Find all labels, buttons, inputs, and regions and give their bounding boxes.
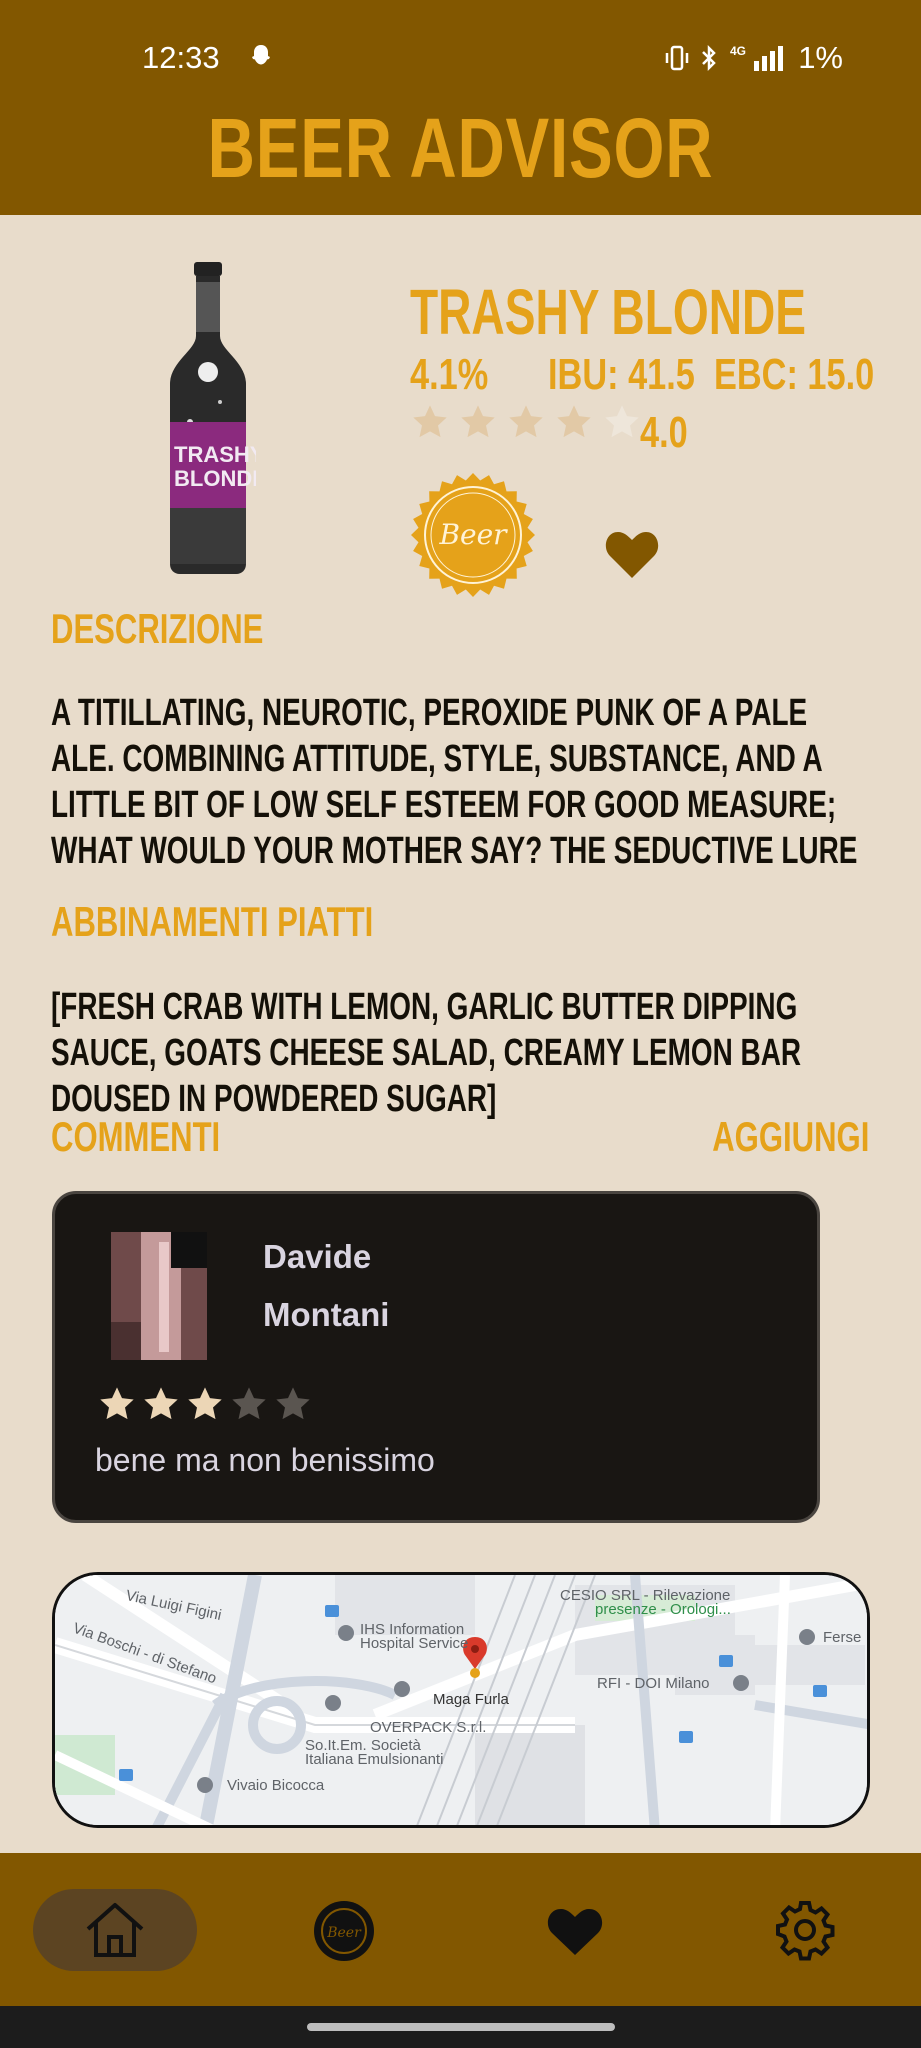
svg-text:BLONDE: BLONDE <box>174 466 256 491</box>
comment-card: Davide Montani bene ma non benissimo <box>52 1191 820 1523</box>
comment-rating-stars <box>97 1384 313 1424</box>
beer-name: TRASHY BLONDE <box>410 276 806 348</box>
description-text: A titillating, neurotic, peroxide punk o… <box>51 692 858 872</box>
comment-author-first-name: Davide <box>263 1238 372 1275</box>
food-pairing-title: ABBINAMENTI PIATTI <box>51 898 374 945</box>
home-gesture-handle[interactable] <box>307 2023 615 2031</box>
map-label: Hospital Service <box>360 1635 469 1652</box>
gear-icon[interactable] <box>774 1899 836 1961</box>
map-label: Vivaio Bicocca <box>227 1777 325 1794</box>
craft-beer-badge-icon: Beer <box>411 473 535 597</box>
description-title: DESCRIZIONE <box>51 605 264 652</box>
svg-text:TRASHY: TRASHY <box>174 442 256 467</box>
beer-bottle-image: TRASHY BLONDE <box>170 262 256 574</box>
food-pairing-text: [Fresh crab with lemon, Garlic butter di… <box>51 986 802 1120</box>
beer-rating-value: 4.0 <box>640 408 688 457</box>
beer-badge-icon[interactable]: Beer <box>312 1899 376 1963</box>
comment-author-last-name: Montani <box>263 1296 390 1333</box>
map-label: presenze - Orologi... <box>595 1601 731 1618</box>
battery-level: 1% <box>798 40 843 75</box>
beer-ebc: EBC: 15.0 <box>714 350 875 399</box>
star-icon <box>461 405 495 438</box>
map-label: RFI - DOI Milano <box>597 1675 710 1692</box>
star-icon <box>232 1387 266 1420</box>
beer-abv: 4.1% <box>410 350 489 399</box>
heart-icon[interactable] <box>546 1905 604 1957</box>
map-label: Ferse <box>823 1629 862 1646</box>
location-map[interactable]: Via Luigi Figini Via Boschi - di Stefano… <box>52 1572 870 1828</box>
home-icon[interactable] <box>84 1901 146 1959</box>
app-bar: 12:33 4G 1% BEER ADVISOR <box>0 0 921 215</box>
comment-text: bene ma non benissimo <box>95 1442 435 1478</box>
comments-title: COMMENTI <box>51 1113 221 1160</box>
star-icon <box>144 1387 178 1420</box>
bluetooth-icon <box>702 44 716 72</box>
add-comment-button[interactable]: AGGIUNGI <box>712 1113 869 1161</box>
star-icon <box>509 405 543 438</box>
map-label: OVERPACK S.r.l. <box>370 1719 487 1736</box>
signal-icon: 4G <box>730 44 784 71</box>
beer-rating-stars <box>410 402 642 442</box>
star-icon <box>276 1387 310 1420</box>
vibrate-icon <box>665 45 689 71</box>
beer-ibu: IBU: 41.5 <box>548 350 695 399</box>
svg-text:Beer: Beer <box>326 1925 362 1941</box>
bottom-nav: Beer <box>0 1853 921 2006</box>
favorite-heart-icon[interactable] <box>604 528 660 580</box>
status-icons: 4G 1% <box>664 40 843 76</box>
star-icon <box>557 405 591 438</box>
snapchat-icon <box>252 45 270 65</box>
star-icon <box>605 405 639 438</box>
status-time: 12:33 <box>142 40 220 75</box>
star-icon <box>413 405 447 438</box>
network-type: 4G <box>730 44 746 58</box>
app-title: BEER ADVISOR <box>207 101 714 195</box>
star-icon <box>100 1387 134 1420</box>
gesture-bar <box>0 2006 921 2048</box>
avatar <box>111 1232 207 1360</box>
map-label: Italiana Emulsionanti <box>305 1751 444 1768</box>
star-icon <box>188 1387 222 1420</box>
svg-text:Beer: Beer <box>438 518 508 551</box>
map-label: Maga Furla <box>433 1691 509 1708</box>
